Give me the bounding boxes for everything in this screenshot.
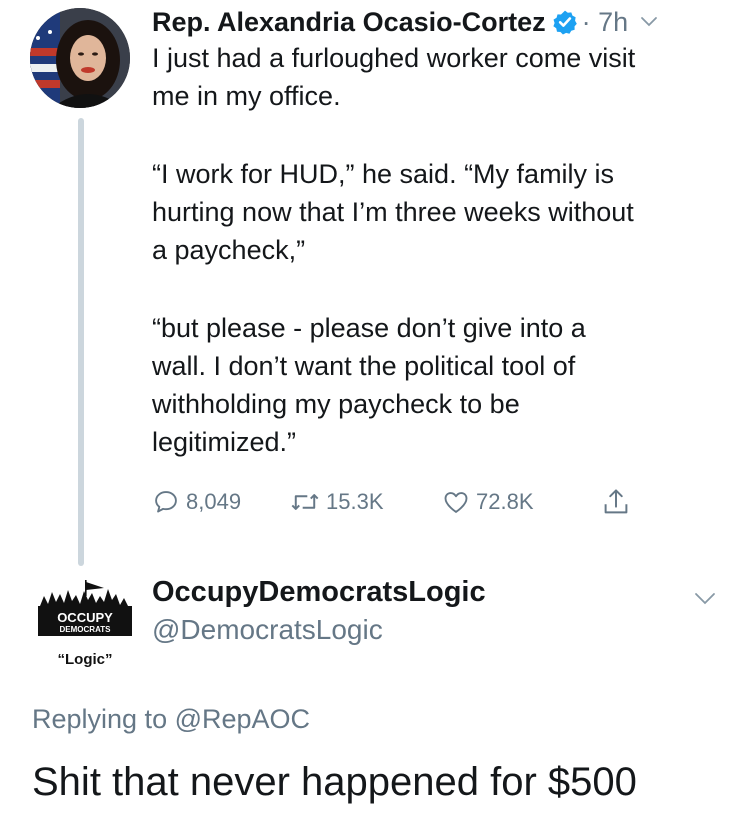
tweet1-text-line: I just had a furloughed worker come visi… bbox=[152, 43, 636, 73]
occupy-democrats-logo-icon: OCCUPY DEMOCRATS “Logic” bbox=[38, 580, 132, 668]
tweet1-action-bar: 8,049 15.3K 72.8K bbox=[152, 482, 672, 522]
tweet1-time[interactable]: · 7h bbox=[582, 7, 629, 38]
tweet1-text-line: legitimized.” bbox=[152, 427, 297, 457]
tweet1-text-line: a paycheck,” bbox=[152, 235, 306, 265]
retweet-count: 15.3K bbox=[326, 489, 384, 514]
share-button[interactable] bbox=[602, 482, 636, 522]
replying-to-line: Replying to @RepAOC bbox=[32, 704, 310, 735]
reply-icon bbox=[155, 491, 177, 513]
tweet1-text-line: hurting now that I’m three weeks without bbox=[152, 197, 634, 227]
chevron-down-icon[interactable] bbox=[694, 592, 716, 606]
share-icon bbox=[604, 489, 628, 514]
tweet1-text-line: withholding my paycheck to be bbox=[152, 389, 520, 419]
profile-photo-icon bbox=[30, 8, 130, 108]
tweet1-header: Rep. Alexandria Ocasio-Cortez · 7h bbox=[152, 2, 658, 42]
retweet-button[interactable]: 15.3K bbox=[290, 482, 384, 522]
tweet1-text-line: “but please - please don’t give into a bbox=[152, 313, 586, 343]
reply-count: 8,049 bbox=[186, 489, 242, 514]
chevron-down-icon[interactable] bbox=[640, 16, 658, 28]
reply-button[interactable]: 8,049 bbox=[152, 482, 241, 522]
replying-to-prefix: Replying to bbox=[32, 704, 168, 734]
tweet1-text-line: “I work for HUD,” he said. “My family is bbox=[152, 159, 615, 189]
verified-badge-icon bbox=[553, 10, 577, 35]
tweet2-handle[interactable]: @DemocratsLogic bbox=[152, 614, 383, 646]
heart-icon bbox=[444, 492, 468, 513]
tweet2-text: Shit that never happened for $500 bbox=[32, 760, 637, 804]
like-button[interactable]: 72.8K bbox=[442, 482, 534, 522]
tweet1-display-name[interactable]: Rep. Alexandria Ocasio-Cortez bbox=[152, 7, 546, 38]
tweet2-display-name[interactable]: OccupyDemocratsLogic bbox=[152, 576, 486, 609]
replying-to-mention[interactable]: @RepAOC bbox=[175, 704, 310, 734]
like-count: 72.8K bbox=[476, 489, 534, 514]
avatar-text-occupy: OCCUPY bbox=[57, 610, 113, 625]
tweet1-text-line: me in my office. bbox=[152, 81, 341, 111]
thread-connector-line bbox=[78, 118, 84, 566]
avatar-aoc[interactable] bbox=[30, 8, 130, 108]
avatar-caption: “Logic” bbox=[58, 651, 113, 668]
avatar-text-democrats: DEMOCRATS bbox=[60, 625, 112, 634]
avatar-occupy-democrats-logic[interactable]: OCCUPY DEMOCRATS “Logic” bbox=[30, 576, 140, 676]
tweet1-text-line: wall. I don’t want the political tool of bbox=[152, 351, 576, 381]
retweet-icon bbox=[291, 494, 319, 510]
